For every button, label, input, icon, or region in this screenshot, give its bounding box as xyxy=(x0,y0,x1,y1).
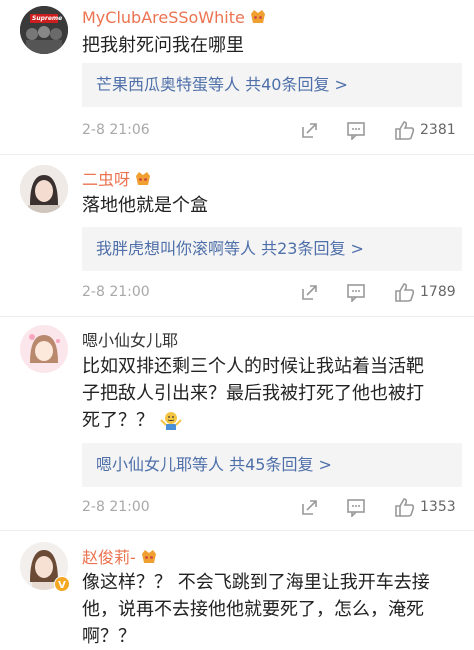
reply-users[interactable]: 我胖虎想叫你滚啊 xyxy=(82,239,224,258)
reply-users[interactable]: 芒果西瓜奥特蛋 xyxy=(82,75,208,94)
shrug-emoji-icon xyxy=(160,410,182,438)
comment-line-text: 死了？？ xyxy=(82,410,154,431)
comment-meta: 2-8 21:00 1789 xyxy=(82,279,462,305)
timestamp: 2-8 21:00 xyxy=(82,499,150,515)
avatar[interactable] xyxy=(20,325,68,373)
like-icon[interactable] xyxy=(394,497,416,526)
comment-text: 像这样？？ 不会飞跳到了海里让我开车去接 他，说再不去接他他就要死了，怎么，淹死… xyxy=(82,569,462,650)
verified-badge-icon: V xyxy=(54,576,70,596)
divider xyxy=(0,154,474,155)
like-count: 1789 xyxy=(420,284,456,300)
group-photo-avatar-icon xyxy=(20,6,68,54)
username-text[interactable]: 嗯小仙女儿耶 xyxy=(82,331,178,350)
timestamp: 2-8 21:00 xyxy=(82,284,150,300)
like-count: 2381 xyxy=(420,122,456,138)
share-icon[interactable] xyxy=(300,497,320,526)
like-count: 1353 xyxy=(420,499,456,515)
person-avatar-icon xyxy=(20,165,68,213)
reply-box[interactable]: 芒果西瓜奥特蛋等人 共40条回复 > xyxy=(82,63,462,107)
reply-count[interactable]: 等人 共45条回复 > xyxy=(192,455,332,474)
like-icon[interactable] xyxy=(394,282,416,311)
comment-icon[interactable] xyxy=(346,497,366,526)
avatar[interactable] xyxy=(20,165,68,213)
avatar[interactable]: Supreme xyxy=(20,6,68,54)
comment-line: 子把敌人引出来？最后我被打死了他也被打 xyxy=(82,383,424,404)
username[interactable]: 嗯小仙女儿耶 xyxy=(82,327,178,351)
comment-line: 他，说再不去接他他就要死了，怎么，淹死 xyxy=(82,599,424,620)
reply-box[interactable]: 我胖虎想叫你滚啊等人 共23条回复 > xyxy=(82,227,462,271)
reply-count[interactable]: 等人 共40条回复 > xyxy=(208,75,348,94)
reply-users[interactable]: 嗯小仙女儿耶 xyxy=(82,455,192,474)
divider xyxy=(0,530,474,531)
share-icon[interactable] xyxy=(300,120,320,149)
svg-text:V: V xyxy=(58,580,66,591)
comment-line: 比如双排还剩三个人的时候让我站着当活靶 xyxy=(82,356,424,377)
vip-badge-icon xyxy=(134,171,152,191)
reply-box[interactable]: 嗯小仙女儿耶等人 共45条回复 > xyxy=(82,443,462,487)
like-icon[interactable] xyxy=(394,120,416,149)
username-text[interactable]: MyClubAreSSoWhite xyxy=(82,8,245,27)
comment-line: 像这样？？ 不会飞跳到了海里让我开车去接 xyxy=(82,572,430,593)
comment-text: 把我射死问我在哪里 xyxy=(82,35,244,56)
username-text[interactable]: 二虫呀 xyxy=(82,170,130,189)
anime-girl-avatar-icon xyxy=(20,325,68,373)
comment-line: 死了？？ xyxy=(82,407,462,438)
reply-count[interactable]: 等人 共23条回复 > xyxy=(224,239,364,258)
vip-badge-icon xyxy=(249,9,267,29)
comment-text: 落地他就是个盒 xyxy=(82,195,208,216)
comment-text: 比如双排还剩三个人的时候让我站着当活靶 子把敌人引出来？最后我被打死了他也被打 … xyxy=(82,353,462,438)
username[interactable]: MyClubAreSSoWhite xyxy=(82,8,267,29)
avatar-logo-text: Supreme xyxy=(32,15,63,22)
vip-badge-icon xyxy=(140,549,158,569)
divider xyxy=(0,316,474,317)
comment-meta: 2-8 21:06 2381 xyxy=(82,117,462,143)
username[interactable]: 赵俊莉- xyxy=(82,544,158,569)
timestamp: 2-8 21:06 xyxy=(82,122,150,138)
username-text[interactable]: 赵俊莉- xyxy=(82,548,136,567)
comment-icon[interactable] xyxy=(346,120,366,149)
username[interactable]: 二虫呀 xyxy=(82,166,152,191)
comment-meta: 2-8 21:00 1353 xyxy=(82,494,462,520)
comment-icon[interactable] xyxy=(346,282,366,311)
comment-line: 啊？？ xyxy=(82,626,136,647)
share-icon[interactable] xyxy=(300,282,320,311)
